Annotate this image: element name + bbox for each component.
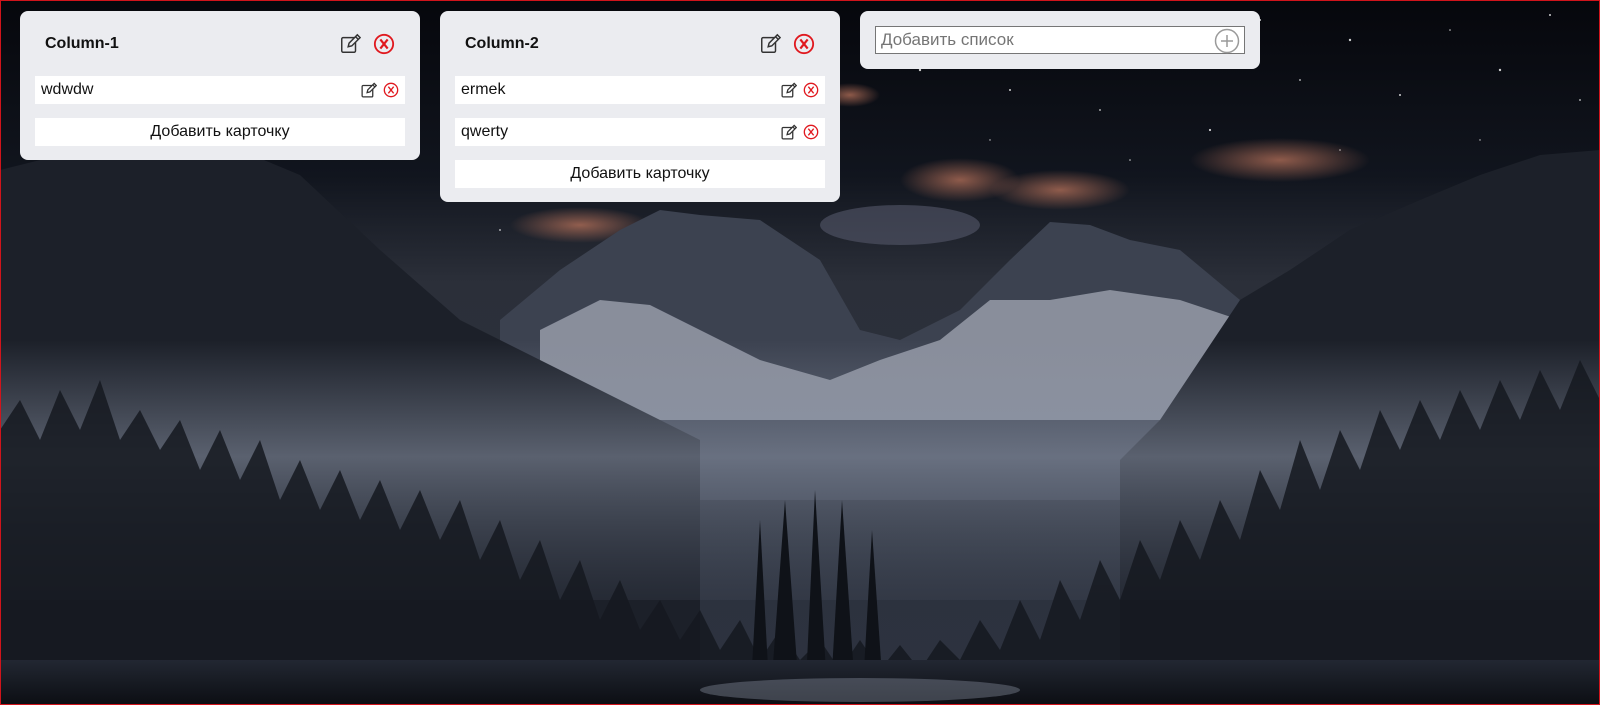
close-circle-icon [373,33,395,54]
close-circle-icon [803,82,819,98]
column-actions [339,33,395,55]
column-header: Column-1 [35,11,405,76]
add-card-button[interactable]: Добавить карточку [455,160,825,188]
delete-column-button[interactable] [373,33,395,55]
column-header: Column-2 [455,11,825,76]
add-list-box [875,26,1245,54]
edit-card-button[interactable] [360,82,377,99]
edit-card-button[interactable] [780,124,797,141]
board: Column-1 wdwdw Добавить карточку Column-… [20,11,1260,202]
card[interactable]: wdwdw [35,76,405,104]
card-actions [360,82,399,99]
close-circle-icon [793,33,815,54]
delete-card-button[interactable] [803,124,819,140]
card-actions [780,82,819,99]
edit-icon [781,82,797,98]
close-circle-icon [803,124,819,140]
edit-icon [781,124,797,140]
edit-icon [341,33,361,53]
card-text: wdwdw [41,81,94,98]
add-list-panel [860,11,1260,69]
card-text: ermek [461,81,506,98]
plus-circle-icon [1214,28,1240,54]
add-list-button[interactable] [1214,28,1240,54]
edit-column-button[interactable] [339,33,361,55]
delete-card-button[interactable] [803,82,819,98]
delete-card-button[interactable] [383,82,399,98]
card[interactable]: qwerty [455,118,825,146]
column-actions [759,33,815,55]
card[interactable]: ermek [455,76,825,104]
add-card-button[interactable]: Добавить карточку [35,118,405,146]
column-1: Column-1 wdwdw Добавить карточку [20,11,420,160]
column-title: Column-1 [45,34,119,52]
edit-icon [361,82,377,98]
column-2: Column-2 ermek qwerty Добавить карточку [440,11,840,202]
edit-card-button[interactable] [780,82,797,99]
edit-icon [761,33,781,53]
card-text: qwerty [461,123,509,140]
delete-column-button[interactable] [793,33,815,55]
edit-column-button[interactable] [759,33,781,55]
column-title: Column-2 [465,34,539,52]
add-list-input[interactable] [876,28,1206,52]
close-circle-icon [383,82,399,98]
card-actions [780,124,819,141]
